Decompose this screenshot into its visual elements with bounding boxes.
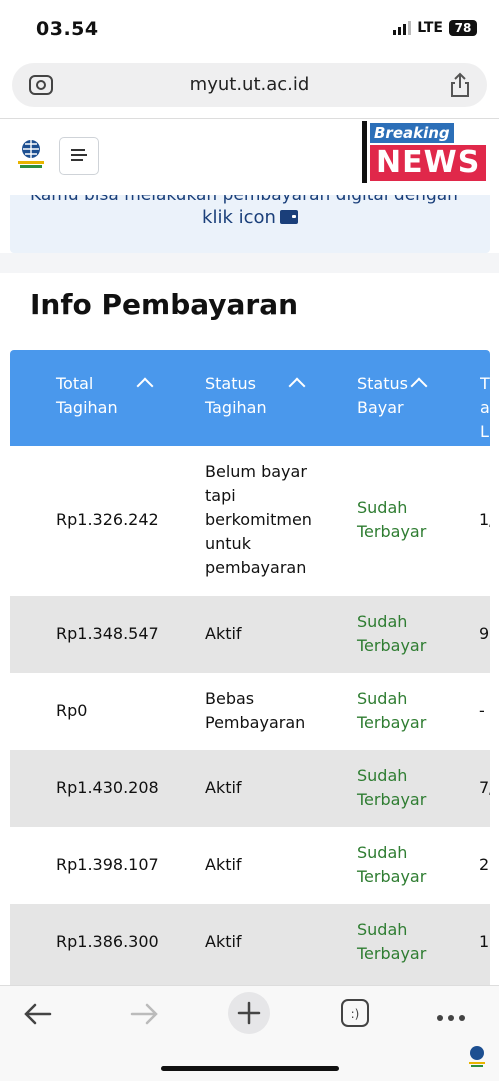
table-header: Total Tagihan Status Tagihan Status Baya… — [10, 350, 490, 446]
table-row: Rp0 Bebas Pembayaran Sudah Terbayar - — [10, 673, 490, 750]
cell-total: Rp1.348.547 — [56, 624, 159, 643]
cell-status-bayar: Sudah Terbayar — [357, 498, 427, 541]
clock: 03.54 — [36, 18, 99, 40]
breaking-news-ad[interactable]: Breaking NEWS — [362, 121, 487, 183]
banner-text: klik icon — [202, 207, 276, 228]
table-row: Rp1.398.107 Aktif Sudah Terbayar 2 — [10, 827, 490, 904]
section-gap — [0, 253, 499, 273]
cell-status-tagihan: Aktif — [205, 932, 242, 951]
table-row: Rp1.326.242 Belum bayar tapi berkomitmen… — [10, 446, 490, 596]
battery-icon: 78 — [449, 20, 477, 36]
menu-icon — [71, 149, 85, 151]
col-tanggal-partial[interactable]: Ta L — [480, 372, 490, 444]
col-status-tagihan[interactable]: Status Tagihan — [205, 372, 275, 420]
home-indicator[interactable] — [161, 1066, 339, 1071]
cell-status-tagihan: Bebas Pembayaran — [205, 689, 306, 732]
url-text[interactable]: myut.ut.ac.id — [12, 74, 487, 95]
menu-icon-line — [71, 154, 87, 156]
menu-icon-line — [71, 159, 83, 161]
info-pembayaran-card: Info Pembayaran Total Tagihan Status Tag… — [10, 273, 490, 985]
cell-extra: 1/ — [479, 510, 490, 529]
cell-status-tagihan: Aktif — [205, 855, 242, 874]
wallet-icon[interactable] — [279, 210, 298, 224]
cell-extra: 7/ — [479, 778, 490, 797]
back-arrow-icon[interactable] — [22, 1000, 54, 1032]
cell-status-bayar: Sudah Terbayar — [357, 843, 427, 886]
cell-extra: - — [479, 701, 485, 720]
more-icon[interactable] — [436, 1008, 466, 1027]
cell-status-tagihan: Aktif — [205, 778, 242, 797]
tabs-icon[interactable]: :) — [340, 998, 370, 1032]
ut-logo[interactable] — [14, 137, 48, 175]
ad-breaking-label: Breaking — [370, 123, 454, 143]
card-title: Info Pembayaran — [30, 288, 299, 321]
payment-info-banner: Kamu bisa melakukan pembayaran digital d… — [10, 195, 490, 253]
tabs-label: :) — [351, 1007, 360, 1021]
cell-total: Rp1.326.242 — [56, 510, 159, 529]
col-status-bayar[interactable]: Status Bayar — [357, 372, 417, 420]
signal-icon — [393, 21, 412, 35]
table-row: Rp1.386.300 Aktif Sudah Terbayar 18 — [10, 904, 490, 985]
ad-bar — [362, 121, 367, 183]
cell-status-bayar: Sudah Terbayar — [357, 920, 427, 963]
cell-status-tagihan: Aktif — [205, 624, 242, 643]
col-total-tagihan[interactable]: Total Tagihan — [56, 372, 146, 420]
cell-extra: 9 — [479, 624, 490, 643]
banner-cut-text: Kamu bisa melakukan pembayaran digital d… — [30, 195, 458, 205]
status-indicators: LTE 78 — [393, 20, 477, 36]
site-header: Breaking NEWS — [0, 119, 499, 195]
cell-extra: 2 — [479, 855, 490, 874]
forward-arrow-icon[interactable] — [128, 1000, 160, 1032]
cell-total: Rp1.430.208 — [56, 778, 159, 797]
network-label: LTE — [417, 20, 443, 36]
address-bar[interactable]: myut.ut.ac.id — [12, 63, 487, 107]
banner-text-line: klik icon — [10, 207, 490, 228]
cell-status-bayar: Sudah Terbayar — [357, 689, 427, 732]
menu-button[interactable] — [59, 137, 99, 175]
cell-total: Rp1.398.107 — [56, 855, 159, 874]
new-tab-button[interactable] — [227, 991, 271, 1039]
cell-status-bayar: Sudah Terbayar — [357, 766, 427, 809]
ut-watermark-logo — [466, 1044, 488, 1074]
cell-extra: 18 — [479, 932, 490, 951]
cell-status-bayar: Sudah Terbayar — [357, 612, 427, 655]
status-bar: 03.54 LTE 78 — [0, 0, 499, 60]
cell-total: Rp1.386.300 — [56, 932, 159, 951]
cell-status-tagihan: Belum bayar tapi berkomitmen untuk pemba… — [205, 462, 312, 577]
table-row: Rp1.348.547 Aktif Sudah Terbayar 9 — [10, 596, 490, 673]
table-row: Rp1.430.208 Aktif Sudah Terbayar 7/ — [10, 750, 490, 827]
ad-news-label: NEWS — [370, 145, 487, 181]
share-icon[interactable] — [449, 72, 471, 102]
sort-caret-icon[interactable] — [288, 377, 306, 395]
cell-total: Rp0 — [56, 701, 88, 720]
